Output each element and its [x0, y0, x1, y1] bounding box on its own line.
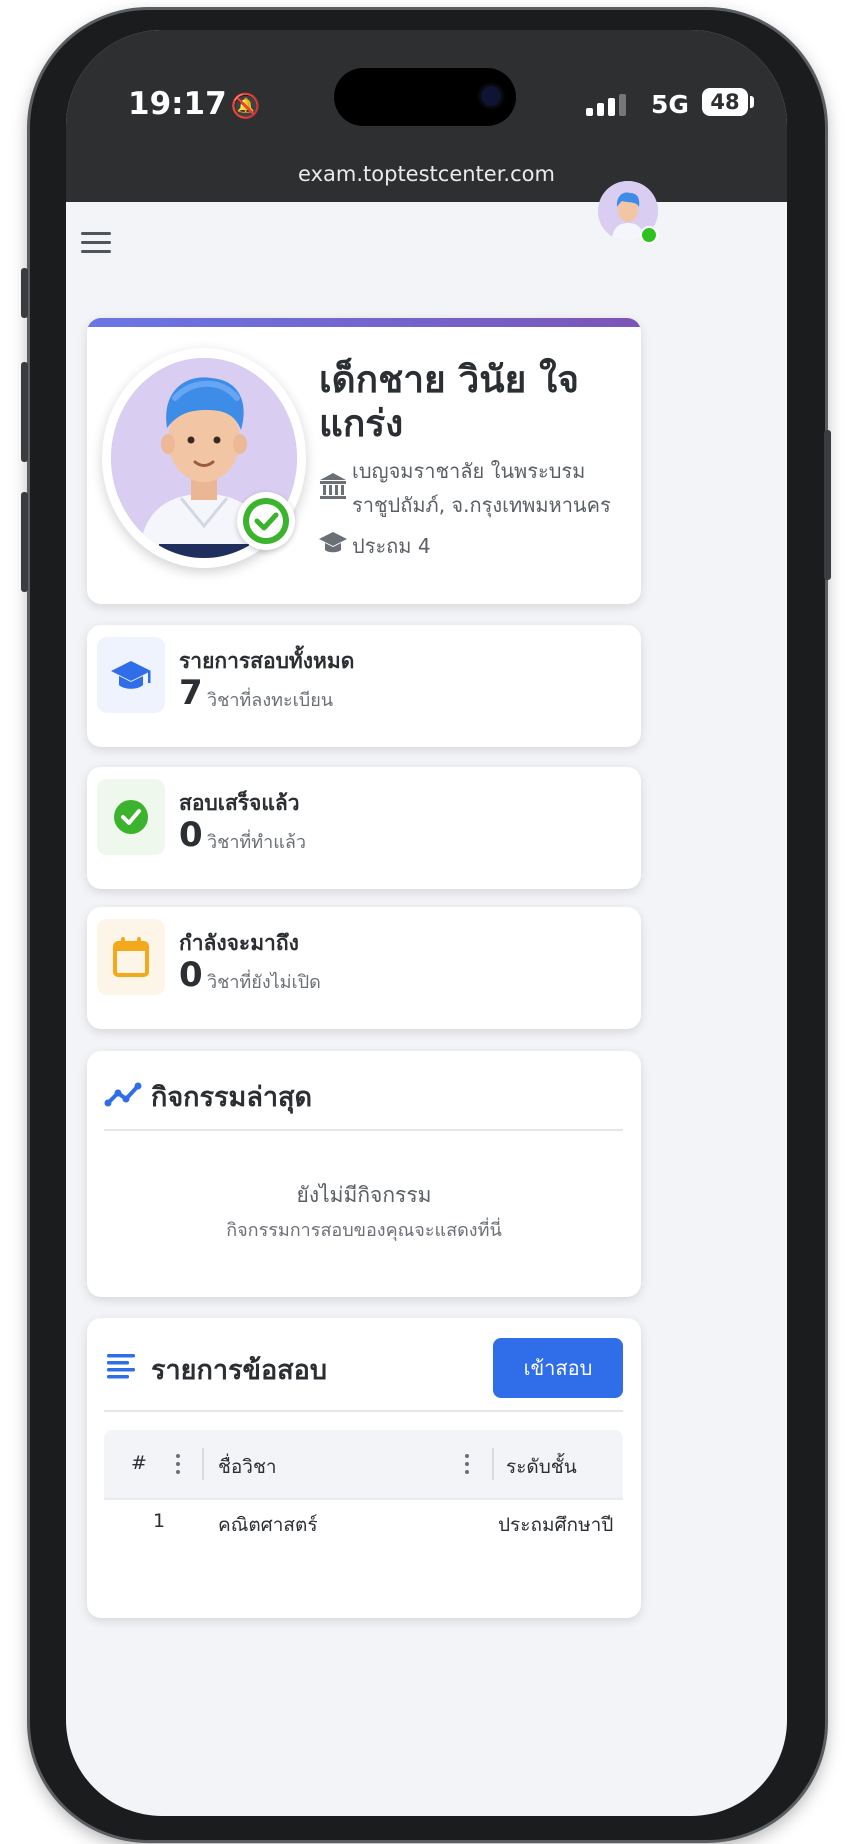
volume-up-button [21, 362, 28, 462]
divider [104, 1410, 623, 1412]
graduation-cap-icon [111, 661, 151, 689]
table-header: # ชื่อวิชา ระดับชั้น [104, 1430, 623, 1498]
row-number: 1 [153, 1510, 166, 1532]
calendar-icon [113, 937, 149, 977]
phone-screen: 19:17 🔕 5G 48 exam.toptestcenter.com เด็… [66, 30, 787, 1816]
stat-title: รายการสอบทั้งหมด [179, 649, 355, 673]
stat-value: 0 [179, 815, 203, 855]
clock-time: 19:17 [128, 86, 227, 122]
menu-icon[interactable] [81, 232, 111, 256]
column-menu-icon[interactable] [176, 1454, 180, 1474]
column-header-number[interactable]: # [131, 1452, 147, 1474]
row-subject: คณิตศาสตร์ [218, 1514, 318, 1536]
battery-icon: 48 [702, 88, 748, 116]
volume-down-button [21, 492, 28, 592]
action-button [21, 268, 28, 318]
network-type: 5G [651, 90, 689, 119]
empty-state-subtitle: กิจกรรมการสอบของคุณจะแสดงที่นี่ [226, 1220, 502, 1241]
camera-icon [481, 86, 501, 106]
status-bar: 19:17 🔕 5G 48 exam.toptestcenter.com [66, 30, 787, 202]
profile-card-accent [87, 318, 641, 327]
table-row-divider [104, 1498, 623, 1500]
battery-tip [750, 96, 754, 108]
column-separator[interactable] [202, 1448, 204, 1480]
trend-line-icon [104, 1082, 142, 1107]
column-header-subject[interactable]: ชื่อวิชา [218, 1452, 277, 1482]
graduation-cap-icon [318, 529, 348, 557]
stat-unit: วิชาที่ทำแล้ว [207, 832, 307, 853]
online-status-dot [640, 226, 658, 244]
stat-value: 0 [179, 955, 203, 995]
power-button [824, 430, 831, 580]
divider [104, 1129, 623, 1131]
list-icon [107, 1354, 135, 1379]
silent-mode-icon: 🔕 [230, 92, 261, 120]
exam-list-card: รายการข้อสอบ เข้าสอบ # ชื่อวิชา ระดับชั้… [87, 1318, 641, 1618]
column-separator[interactable] [492, 1448, 494, 1480]
stat-card-upcoming[interactable]: กำลังจะมาถึง 0 วิชาที่ยังไม่เปิด [87, 907, 641, 1029]
stat-icon-box [97, 919, 165, 995]
column-menu-icon[interactable] [465, 1454, 469, 1474]
enter-exam-button[interactable]: เข้าสอบ [493, 1338, 623, 1398]
stat-card-completed[interactable]: สอบเสร็จแล้ว 0 วิชาที่ทำแล้ว [87, 767, 641, 889]
check-circle-icon [114, 800, 148, 834]
empty-state-title: ยังไม่มีกิจกรรม [296, 1183, 432, 1207]
clock: 19:17 🔕 [128, 86, 261, 122]
stat-unit: วิชาที่ยังไม่เปิด [207, 972, 321, 993]
signal-icon [586, 94, 626, 116]
activity-title: กิจกรรมล่าสุด [151, 1082, 313, 1113]
column-header-level[interactable]: ระดับชั้น [506, 1452, 577, 1482]
stat-icon-box [97, 637, 165, 713]
stat-value: 7 [179, 673, 203, 713]
verified-badge-icon [237, 492, 295, 550]
school-icon [318, 470, 348, 500]
exam-list-title: รายการข้อสอบ [151, 1355, 328, 1386]
stat-icon-box [97, 779, 165, 855]
stat-unit: วิชาที่ลงทะเบียน [207, 690, 334, 711]
grade-level: ประถม 4 [352, 534, 431, 558]
address-bar[interactable]: exam.toptestcenter.com [66, 162, 787, 186]
school-name: เบญจมราชาลัย ในพระบรมราชูปถัมภ์, จ.กรุงเ… [352, 459, 611, 517]
recent-activity-card: กิจกรรมล่าสุด ยังไม่มีกิจกรรม กิจกรรมการ… [87, 1051, 641, 1297]
stat-card-total-exams[interactable]: รายการสอบทั้งหมด 7 วิชาที่ลงทะเบียน [87, 625, 641, 747]
student-name: เด็กชาย วินัย ใจแกร่ง [319, 358, 579, 445]
row-level: ประถมศึกษาปี [498, 1514, 614, 1536]
